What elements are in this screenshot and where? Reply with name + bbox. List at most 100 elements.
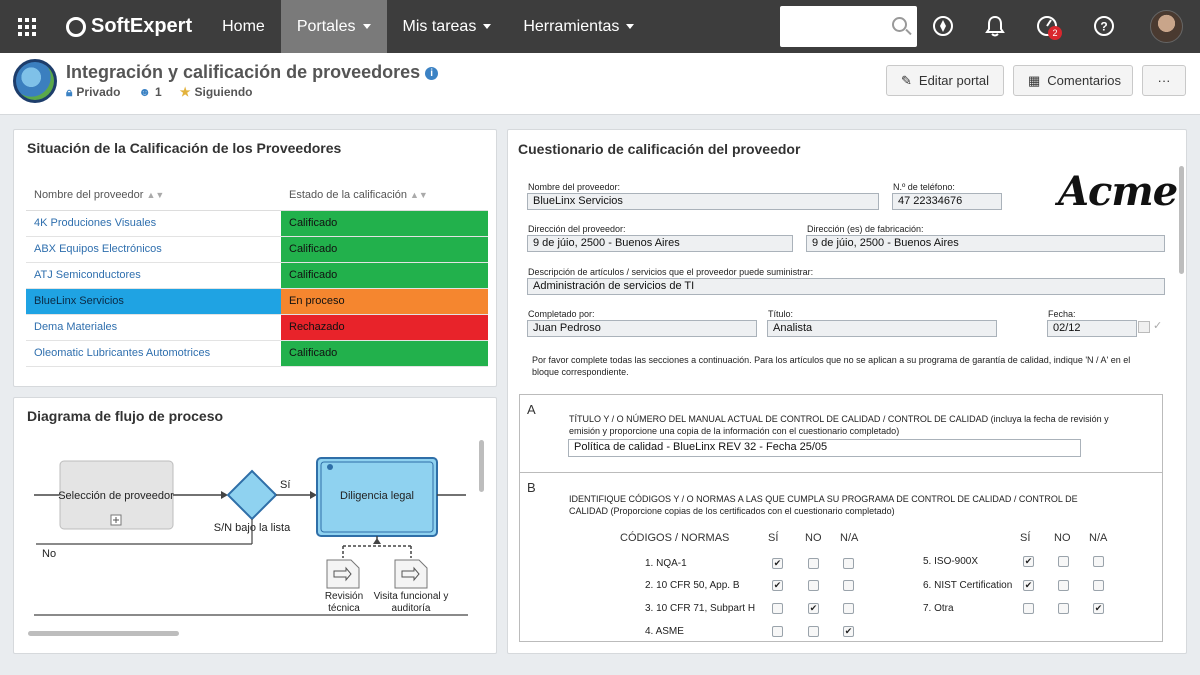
role-field[interactable]: Analista [767,320,997,337]
supplier-name-field[interactable]: BlueLinx Servicios [527,193,879,210]
process-flow-panel: Diagrama de flujo de proceso Selección d… [13,397,497,654]
privacy-status: 🔒︎ Privado [66,85,120,100]
checkbox-no[interactable] [1058,580,1069,591]
mfg-address-field[interactable]: 9 de júio, 2500 - Buenos Aires [806,235,1165,252]
portal-meta: 🔒︎ Privado ☻ 1 ★ Siguiendo [66,85,253,100]
table-row[interactable]: 4K Produciones Visuales Calificado [26,210,488,237]
checkbox-na[interactable] [843,603,854,614]
table-row[interactable]: Oleomatic Lubricantes Automotrices Califi… [26,340,488,367]
sort-icon: ▲▼ [146,189,165,200]
supplier-name-cell[interactable]: Oleomatic Lubricantes Automotrices [26,340,281,367]
lock-icon: 🔒︎ [66,85,73,99]
checkbox-yes[interactable] [1023,603,1034,614]
date-field[interactable]: 02/12 [1047,320,1137,337]
table-row[interactable]: ATJ Semiconductores Calificado [26,262,488,289]
items-label: Descripción de artículos / servicios que… [528,267,814,277]
code-label: 4. ASME [645,626,684,637]
checkbox-yes[interactable]: ✔ [772,558,783,569]
checkbox-yes[interactable]: ✔ [1023,580,1034,591]
checkbox-na[interactable]: ✔ [843,626,854,637]
checkbox-na[interactable] [1093,556,1104,567]
comments-label: Comentarios [1047,73,1121,88]
brand-logo[interactable]: SoftExpert [66,15,192,38]
table-row[interactable]: BlueLinx Servicios En proceso [26,288,488,315]
clear-date-icon[interactable]: ✓ [1153,319,1162,332]
supplier-name-cell[interactable]: BlueLinx Servicios [26,288,281,315]
edit-portal-button[interactable]: ✎ Editar portal [886,65,1004,96]
user-task-icon [327,464,333,470]
checkbox-na[interactable] [1093,580,1104,591]
checkbox-yes[interactable]: ✔ [772,580,783,591]
column-header-status[interactable]: Estado de la calificación ▲▼ [281,180,488,211]
bell-icon[interactable] [983,14,1007,38]
section-b-letter: B [527,480,536,495]
calendar-icon[interactable] [1138,321,1150,333]
chevron-down-icon [483,24,492,29]
address-field[interactable]: 9 de júio, 2500 - Buenos Aires [527,235,793,252]
supplier-table: Nombre del proveedor ▲▼ Estado de la cali… [26,180,488,367]
star-icon: ★ [179,85,191,99]
supplier-name-cell[interactable]: 4K Produciones Visuales [26,210,281,237]
supplier-name-cell[interactable]: ABX Equipos Electrónicos [26,236,281,263]
checkbox-yes[interactable] [772,603,783,614]
supplier-name-cell[interactable]: ATJ Semiconductores [26,262,281,289]
checkbox-no[interactable] [808,626,819,637]
following-status[interactable]: ★ Siguiendo [180,85,253,100]
phone-field[interactable]: 47 22334676 [892,193,1002,210]
avatar[interactable] [1150,10,1183,43]
doc1-label-line2: técnica [328,603,360,614]
horizontal-scrollbar[interactable] [28,631,179,636]
checkbox-no[interactable] [808,558,819,569]
vertical-scrollbar[interactable] [479,440,484,492]
help-icon[interactable]: ? [1092,14,1116,38]
info-icon[interactable]: i [425,67,439,80]
supplier-name-cell[interactable]: Dema Materiales [26,314,281,341]
more-options-button[interactable]: ··· [1142,65,1186,96]
tasks-gauge-icon[interactable]: 2 [1035,14,1062,40]
table-row[interactable]: Dema Materiales Rechazado [26,314,488,341]
checkbox-no[interactable]: ✔ [808,603,819,614]
completed-by-field[interactable]: Juan Pedroso [527,320,757,337]
nav-herramientas[interactable]: Herramientas [507,0,650,53]
nav-home[interactable]: Home [206,0,281,53]
code-label: 7. Otra [923,603,954,614]
search-icon[interactable] [892,17,907,32]
softexpert-logo-icon [66,16,86,37]
checkbox-no[interactable] [1058,556,1069,567]
checkbox-no[interactable] [1058,603,1069,614]
panel-title: Cuestionario de calificación del proveed… [518,141,801,157]
status-cell: Rechazado [281,314,488,341]
chevron-down-icon [362,24,371,29]
role-label: Título: [768,309,794,319]
checkbox-na[interactable]: ✔ [1093,603,1104,614]
gateway-diamond[interactable] [226,469,278,521]
checkbox-yes[interactable]: ✔ [1023,556,1034,567]
nav-portales[interactable]: Portales [280,0,387,53]
column-header-name[interactable]: Nombre del proveedor ▲▼ [26,180,281,211]
section-b-text: IDENTIFIQUE CÓDIGOS Y / O NORMAS A LAS Q… [569,494,1078,516]
mfg-address-label: Dirección (es) de fabricación: [807,224,924,234]
checkbox-no[interactable] [808,580,819,591]
col-yes-right: SÍ [1020,532,1031,544]
nav-mis-tareas-label: Mis tareas [402,17,477,35]
vertical-scrollbar[interactable] [1179,166,1184,274]
checkbox-yes[interactable] [772,626,783,637]
app-grid-icon[interactable] [0,0,54,53]
document-technical-review-icon[interactable] [326,559,360,589]
comments-button[interactable]: ▦ Comentarios [1013,65,1133,96]
items-field[interactable]: Administración de servicios de TI [527,278,1165,295]
checkbox-na[interactable] [843,558,854,569]
doc2-label-line2: auditoría [392,603,431,614]
portal-globe-icon [13,59,57,103]
document-audit-icon[interactable] [394,559,428,589]
section-a-letter: A [527,402,536,417]
date-label: Fecha: [1048,309,1076,319]
checkbox-na[interactable] [843,580,854,591]
compass-icon[interactable] [931,14,955,38]
members-count[interactable]: ☻ 1 [138,85,161,100]
quality-manual-field[interactable]: Política de calidad - BlueLinx REV 32 - … [568,439,1081,457]
search-input[interactable] [788,6,888,45]
table-row[interactable]: ABX Equipos Electrónicos Calificado [26,236,488,263]
nav-mis-tareas[interactable]: Mis tareas [387,0,508,53]
supplier-questionnaire-panel: Cuestionario de calificación del proveed… [507,129,1187,654]
